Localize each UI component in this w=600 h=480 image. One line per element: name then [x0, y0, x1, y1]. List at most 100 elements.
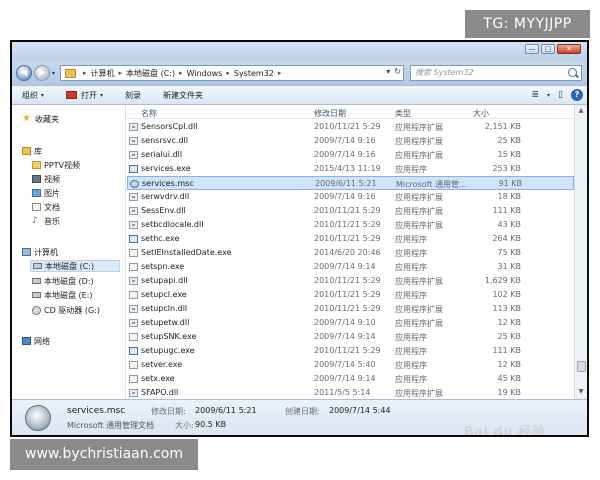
breadcrumb-separator[interactable]: ▸: [226, 69, 230, 77]
table-row[interactable]: setupapi.dll 2010/11/21 5:29 应用程序扩展 1,629 K…: [127, 274, 574, 288]
file-size: 264 KB: [492, 234, 521, 243]
breadcrumb-system32[interactable]: System32: [234, 69, 274, 78]
sidebar-item-drive-g[interactable]: CD 驱动器 (G:): [32, 304, 100, 316]
file-size: 111 KB: [492, 206, 521, 215]
file-type: 应用程序: [395, 375, 427, 384]
table-row[interactable]: setver.exe 2009/7/14 5:40 应用程序 12 KB: [127, 358, 574, 372]
table-row[interactable]: services.msc 2009/6/11 5:21 Microsoft 通用管.…: [127, 176, 574, 190]
file-name: services.msc: [142, 179, 194, 188]
sidebar-item-libraries[interactable]: 库: [22, 145, 42, 157]
sidebar-item-drive-e[interactable]: 本地磁盘 (E:): [32, 289, 93, 301]
refresh-icon[interactable]: ↻: [394, 67, 401, 76]
file-type: 应用程序扩展: [395, 277, 443, 286]
sidebar-item-drive-d[interactable]: 本地磁盘 (D:): [32, 275, 94, 287]
file-name: SFAPO.dll: [141, 388, 179, 397]
sidebar-item-computer[interactable]: 计算机: [22, 246, 58, 258]
sidebar-item-label: 网络: [34, 336, 50, 346]
sidebar-item-videos[interactable]: 视频: [32, 173, 60, 185]
help-icon[interactable]: ?: [571, 89, 583, 101]
file-name: setupcln.dll: [141, 304, 188, 313]
file-type: 应用程序: [395, 263, 427, 272]
file-type: 应用程序扩展: [395, 319, 443, 328]
table-row[interactable]: SetIEInstalledDate.exe 2014/6/20 20:46 应用程…: [127, 246, 574, 260]
address-bar[interactable]: ▸ 计算机 ▸ 本地磁盘 (C:) ▸ Windows ▸ System32 ▸…: [60, 65, 404, 81]
table-row[interactable]: setbcdlocale.dll 2010/11/21 5:29 应用程序扩展 43 …: [127, 218, 574, 232]
close-button[interactable]: ✕: [557, 44, 581, 54]
open-menu[interactable]: 打开 ▾: [66, 90, 103, 101]
chevron-down-icon: ▾: [41, 91, 45, 99]
file-date: 2010/11/21 5:29: [314, 122, 381, 131]
table-row[interactable]: sethc.exe 2010/11/21 5:29 应用程序 264 KB: [127, 232, 574, 246]
new-folder-button[interactable]: 新建文件夹: [163, 90, 203, 101]
vertical-scrollbar[interactable]: ▲ ▼: [574, 105, 587, 399]
column-header-name[interactable]: 名称: [141, 108, 157, 119]
file-name: setspn.exe: [141, 262, 185, 271]
scroll-down-icon[interactable]: ▼: [576, 387, 586, 397]
dll-file-icon: [129, 207, 138, 215]
table-row[interactable]: setupSNK.exe 2009/7/14 9:14 应用程序 25 KB: [127, 330, 574, 344]
sidebar-item-favorites[interactable]: ★ 收藏夹: [22, 113, 59, 125]
file-type: 应用程序扩展: [395, 151, 443, 160]
file-name: SensorsCpl.dll: [141, 122, 198, 131]
table-row[interactable]: serwvdrv.dll 2009/7/14 9:16 应用程序扩展 18 KB: [127, 190, 574, 204]
search-input[interactable]: 搜索 System32: [410, 65, 582, 81]
app-file-icon: [129, 361, 138, 369]
breadcrumb-separator[interactable]: ▸: [119, 69, 123, 77]
recent-pages-dropdown-icon[interactable]: ▾: [52, 70, 55, 77]
minimize-button[interactable]: —: [525, 44, 539, 54]
table-row[interactable]: setupetw.dll 2009/7/14 9:10 应用程序扩展 12 KB: [127, 316, 574, 330]
sidebar-item-network[interactable]: 网络: [22, 335, 50, 347]
table-row[interactable]: services.exe 2015/4/13 11:19 应用程序 253 KB: [127, 162, 574, 176]
file-type: 应用程序: [395, 347, 427, 356]
breadcrumb-separator[interactable]: ▸: [83, 69, 87, 77]
file-type: 应用程序: [395, 249, 427, 258]
view-options-icon[interactable]: ≣: [531, 90, 539, 100]
sidebar-item-drive-c[interactable]: 本地磁盘 (C:): [30, 260, 120, 272]
column-header-type[interactable]: 类型: [395, 108, 411, 119]
music-icon: ♪: [32, 216, 38, 226]
app-file-icon: [129, 375, 138, 383]
burn-button[interactable]: 刻录: [125, 90, 141, 101]
table-row[interactable]: serialui.dll 2009/7/14 9:16 应用程序扩展 15 KB: [127, 148, 574, 162]
sidebar-item-documents[interactable]: 文档: [32, 201, 60, 213]
search-icon[interactable]: [568, 68, 577, 77]
back-button[interactable]: ◀: [16, 65, 32, 81]
breadcrumb-drive-c[interactable]: 本地磁盘 (C:): [126, 68, 175, 79]
watermark-tg: TG: MYYJJPP: [465, 10, 590, 38]
sidebar-item-label: 本地磁盘 (E:): [44, 290, 93, 300]
organize-menu[interactable]: 组织 ▾: [22, 90, 44, 101]
column-header-date[interactable]: 修改日期: [314, 108, 346, 119]
sidebar-item-music[interactable]: ♪ 音乐: [32, 215, 60, 227]
table-row[interactable]: setupugc.exe 2010/11/21 5:29 应用程序 111 KB: [127, 344, 574, 358]
breadcrumb-separator[interactable]: ▸: [179, 69, 183, 77]
scroll-up-icon[interactable]: ▲: [576, 106, 586, 116]
forward-button[interactable]: ▶: [34, 65, 50, 81]
exe-file-icon: [129, 165, 138, 173]
table-row[interactable]: setupcl.exe 2010/11/21 5:29 应用程序 102 KB: [127, 288, 574, 302]
dll-file-icon: [129, 319, 138, 327]
table-row[interactable]: SensorsCpl.dll 2010/11/21 5:29 应用程序扩展 2,151…: [127, 120, 574, 134]
table-row[interactable]: SFAPO.dll 2011/5/5 5:14 应用程序扩展 19 KB: [127, 386, 574, 400]
breadcrumb-separator[interactable]: ▸: [278, 69, 282, 77]
file-date: 2010/11/21 5:29: [314, 346, 381, 355]
preview-pane-icon[interactable]: ▯: [558, 90, 563, 100]
table-row[interactable]: setupcln.dll 2010/11/21 5:29 应用程序扩展 113 KB: [127, 302, 574, 316]
sidebar-item-pictures[interactable]: 图片: [32, 187, 60, 199]
column-header-size[interactable]: 大小: [473, 108, 489, 119]
breadcrumb-computer[interactable]: 计算机: [91, 68, 115, 79]
table-row[interactable]: setx.exe 2009/7/14 9:14 应用程序 45 KB: [127, 372, 574, 386]
file-type: 应用程序扩展: [395, 207, 443, 216]
file-name: services.exe: [141, 164, 191, 173]
file-name: setx.exe: [141, 374, 175, 383]
table-row[interactable]: setspn.exe 2009/7/14 9:14 应用程序 31 KB: [127, 260, 574, 274]
maximize-button[interactable]: □: [541, 44, 555, 54]
file-size: 102 KB: [492, 290, 521, 299]
table-row[interactable]: sensrsvc.dll 2009/7/14 9:16 应用程序扩展 25 KB: [127, 134, 574, 148]
breadcrumb-windows[interactable]: Windows: [187, 69, 223, 78]
scroll-thumb[interactable]: [577, 361, 586, 372]
table-row[interactable]: SessEnv.dll 2010/11/21 5:29 应用程序扩展 111 KB: [127, 204, 574, 218]
address-dropdown-icon[interactable]: ▾: [386, 67, 390, 76]
sidebar-item-pptv[interactable]: PPTV视频: [32, 159, 80, 171]
chevron-down-icon[interactable]: ▾: [547, 92, 550, 99]
file-date: 2011/5/5 5:14: [314, 388, 371, 397]
